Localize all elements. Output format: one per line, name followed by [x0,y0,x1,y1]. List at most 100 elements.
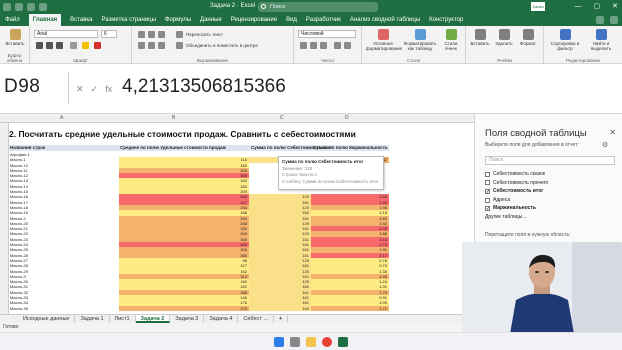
sort-filter-button[interactable]: Сортировка и фильтр [548,29,582,51]
format-as-table-button[interactable]: Форматировать как таблицу [402,29,438,51]
checkbox[interactable] [485,171,490,177]
italic-icon[interactable] [46,42,53,49]
start-icon[interactable] [274,337,284,347]
find-select-button[interactable]: Найти и выделить [584,29,618,51]
task-view-icon[interactable] [290,337,300,347]
tab-view[interactable]: Вид [286,14,297,26]
pane-hint: Перетащите поля в нужную область: [485,232,571,238]
align-center-icon[interactable] [148,42,155,49]
autosave-icon[interactable] [3,3,11,11]
conditional-format-button[interactable]: Условное форматирование [366,29,402,51]
increase-decimal-icon[interactable] [334,42,341,49]
undo-icon[interactable] [27,3,35,11]
align-bottom-icon[interactable] [158,31,165,38]
tab-insert[interactable]: Вставка [70,14,92,26]
tab-design[interactable]: Конструктор [429,14,463,26]
percent-icon[interactable] [310,42,317,49]
delete-cells-button[interactable]: Удалить [493,29,515,46]
gear-icon[interactable]: ⚙ [602,141,614,149]
insert-cells-button[interactable]: Вставить [469,29,491,46]
tab-data[interactable]: Данные [200,14,222,26]
tab-review[interactable]: Рецензирование [231,14,277,26]
cancel-icon[interactable]: ✕ [76,84,84,95]
sheet-tab-source[interactable]: Исходные данные [18,315,76,323]
field-item[interactable]: Себестоимость сказок [485,170,615,179]
enter-icon[interactable]: ✓ [91,84,99,95]
tab-page-layout[interactable]: Разметка страницы [101,14,155,26]
column-header-d[interactable]: D [345,115,349,121]
formula-input[interactable]: 4,21313506815366 [122,76,286,98]
tab-formulas[interactable]: Формулы [165,14,191,26]
column-header-b[interactable]: B [172,115,175,121]
redo-icon[interactable] [39,3,47,11]
format-cells-button[interactable]: Формат [517,29,539,46]
field-item[interactable]: Адреса [485,196,615,205]
close-button[interactable]: ✕ [612,3,618,11]
sheet-tab-cost[interactable]: Себест ... [238,315,274,323]
cell-avg-unit-cost[interactable]: 273 [119,305,249,311]
column-header-c[interactable]: C [280,115,284,121]
sheet-tab-task4[interactable]: Задача 4 [204,315,239,323]
add-sheet-button[interactable]: + [274,315,289,323]
align-top-icon[interactable] [138,31,145,38]
sheet-tab-task2[interactable]: Задача 2 [135,315,171,323]
bold-icon[interactable] [36,42,43,49]
align-right-icon[interactable] [158,42,165,49]
name-box[interactable]: D98 [4,76,40,98]
close-icon[interactable]: ✕ [609,128,616,137]
task-title[interactable]: 2. Посчитать средние удельные стоимости … [9,129,356,139]
decrease-decimal-icon[interactable] [344,42,351,49]
comments-icon[interactable] [596,16,604,24]
minimize-button[interactable]: — [575,3,582,11]
checked-checkbox[interactable]: ✓ [485,188,490,194]
font-color-icon[interactable] [94,42,101,49]
tab-developer[interactable]: Разработчик [306,14,341,26]
checkbox[interactable] [485,180,490,186]
worksheet-grid[interactable]: 2. Посчитать средние удельные стоимости … [9,123,474,314]
header-avg-unit-cost[interactable]: Среднее по полю Удельные стоимости прода… [120,145,226,150]
cell-sum-cost[interactable]: 160 [249,305,311,311]
field-item[interactable]: Себестоимость прочего [485,179,615,188]
checked-checkbox[interactable]: ✓ [485,206,490,212]
chrome-icon[interactable] [322,337,332,347]
insert-function-icon[interactable]: fx [105,84,112,95]
field-item[interactable]: ✓ Себестоимость итог [485,187,615,196]
cell-styles-button[interactable]: Стили ячеек [440,29,462,51]
borders-icon[interactable] [70,42,77,49]
save-icon[interactable] [15,3,23,11]
header-row-labels[interactable]: Названия строк [10,145,45,150]
underline-icon[interactable] [56,42,63,49]
sheet-tab-task3[interactable]: Задача 3 [170,315,205,323]
wrap-text-button[interactable]: Переносить текст [186,32,223,37]
tab-file[interactable]: Файл [5,14,20,26]
font-size-box[interactable]: 6 [101,30,117,38]
cell-sum-margin[interactable]: 1.71 [311,305,389,311]
field-item[interactable]: ✓ Маржинальность [485,204,615,213]
field-search-input[interactable]: Поиск [485,156,615,165]
merge-center-button[interactable]: Объединить и поместить в центре [186,43,258,48]
header-sum-margin[interactable]: Сумма по полю Маржинальность [313,145,388,150]
column-header-a[interactable]: A [60,115,63,121]
field-item[interactable]: Другие таблицы... [485,213,615,222]
fill-color-icon[interactable] [82,42,89,49]
sheet-tab-list1[interactable]: Лист1 [110,315,136,323]
sheet-tab-task1[interactable]: Задача 1 [75,315,110,323]
share-icon[interactable] [610,16,618,24]
search-box[interactable]: Поиск [258,2,378,12]
row-label[interactable]: Масло-35 [9,306,119,311]
file-explorer-icon[interactable] [306,337,316,347]
checkbox[interactable] [485,197,490,203]
user-avatar[interactable]: Хасан [531,2,545,11]
tab-home[interactable]: Главная [28,14,62,26]
currency-icon[interactable] [300,42,307,49]
align-middle-icon[interactable] [148,31,155,38]
number-format-box[interactable]: Числовой [298,30,356,38]
paste-button[interactable]: Вставить [3,29,27,46]
font-name-box[interactable]: Arial [34,30,98,38]
tab-pivot-analyze[interactable]: Анализ сводной таблицы [350,14,420,26]
excel-icon[interactable] [338,337,348,347]
align-left-icon[interactable] [138,42,145,49]
pane-subtitle: Выберите поля для добавления в отчет: [485,142,579,148]
maximize-button[interactable]: ▢ [594,3,601,11]
comma-icon[interactable] [320,42,327,49]
